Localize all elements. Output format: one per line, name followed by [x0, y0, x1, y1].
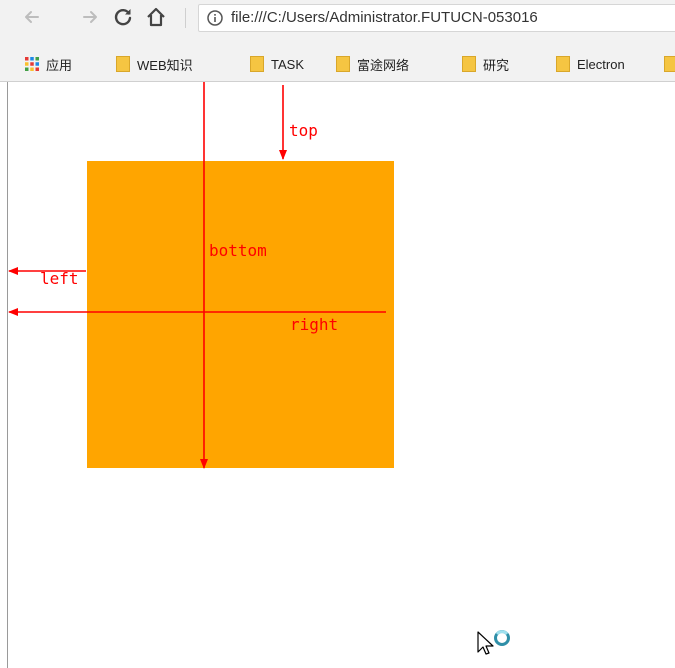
folder-icon — [250, 56, 264, 72]
browser-toolbar: file:///C:/Users/Administrator.FUTUCN-05… — [0, 0, 675, 47]
folder-icon — [336, 56, 350, 72]
bookmark-label: TASK — [271, 56, 304, 72]
reload-icon — [114, 9, 132, 26]
reload-button[interactable] — [111, 5, 135, 29]
right-label: right — [290, 315, 339, 334]
home-button[interactable] — [144, 5, 168, 29]
bookmark-overflow[interactable] — [664, 55, 675, 73]
home-icon — [147, 7, 165, 27]
page-content: top bottom left right — [0, 82, 675, 668]
bookmark-research[interactable]: 研究 — [462, 55, 509, 73]
bottom-label: bottom — [209, 241, 267, 260]
folder-icon — [462, 56, 476, 72]
info-icon[interactable] — [207, 10, 223, 26]
annotation-arrows — [8, 82, 386, 469]
forward-arrow-icon — [83, 11, 97, 23]
browser-window: file:///C:/Users/Administrator.FUTUCN-05… — [0, 0, 675, 668]
top-label: top — [289, 121, 318, 140]
address-bar[interactable]: file:///C:/Users/Administrator.FUTUCN-05… — [198, 4, 675, 32]
left-label: left — [40, 269, 79, 288]
back-arrow-icon — [25, 11, 39, 23]
bookmark-web-knowledge[interactable]: WEB知识 — [116, 55, 193, 73]
apps-grid-icon — [25, 57, 39, 71]
toolbar-divider — [185, 8, 186, 28]
bookmark-task[interactable]: TASK — [250, 55, 304, 73]
forward-button[interactable] — [78, 5, 102, 29]
bookmark-label: 应用 — [46, 57, 73, 73]
folder-icon — [556, 56, 570, 72]
bookmark-futu-network[interactable]: 富途网络 — [336, 55, 409, 73]
bookmark-label: Electron — [577, 56, 625, 72]
back-button[interactable] — [20, 5, 44, 29]
bookmarks-bar: 应用 WEB知识 TASK 富途网络 研究 Electron — [0, 47, 675, 82]
url-text: file:///C:/Users/Administrator.FUTUCN-05… — [231, 9, 538, 26]
folder-icon — [664, 56, 675, 72]
bookmark-label: 研究 — [483, 57, 510, 73]
bookmark-label: 富途网络 — [357, 57, 410, 73]
folder-icon — [116, 56, 130, 72]
bookmark-label: WEB知识 — [137, 57, 193, 73]
bookmark-apps[interactable]: 应用 — [24, 55, 72, 73]
bookmark-electron[interactable]: Electron — [556, 55, 625, 73]
busy-cursor-icon — [477, 630, 510, 655]
